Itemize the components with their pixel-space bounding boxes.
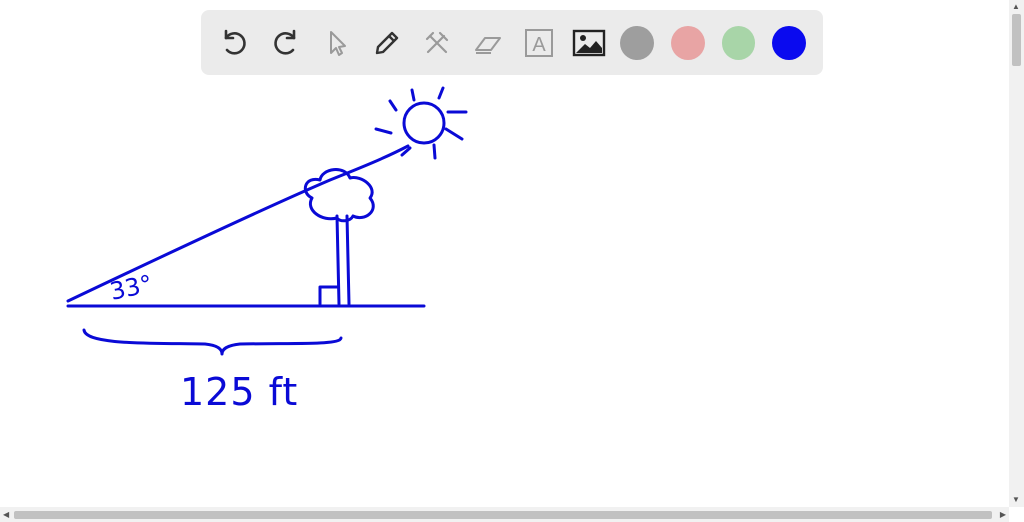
horizontal-scroll-thumb[interactable] (14, 511, 992, 519)
angle-label: 33° (107, 270, 154, 306)
scroll-left-arrow-icon[interactable]: ◀ (3, 511, 9, 519)
scroll-down-arrow-icon[interactable]: ▼ (1012, 496, 1020, 504)
right-angle-marker (318, 285, 339, 306)
vertical-scroll-thumb[interactable] (1012, 14, 1021, 66)
vertical-scrollbar[interactable]: ▲ ▼ (1009, 0, 1024, 507)
scroll-up-arrow-icon[interactable]: ▲ (1012, 3, 1020, 11)
scroll-right-arrow-icon[interactable]: ▶ (1000, 511, 1006, 519)
horizontal-scrollbar[interactable]: ◀ ▶ (0, 507, 1009, 522)
distance-label: 125 ft (180, 370, 298, 414)
sun-rays (374, 86, 468, 160)
tree-trunk (335, 214, 351, 306)
distance-brace (82, 328, 343, 356)
drawing-canvas[interactable]: 33° 125 ft (0, 0, 1009, 507)
sun-drawing (402, 101, 446, 145)
